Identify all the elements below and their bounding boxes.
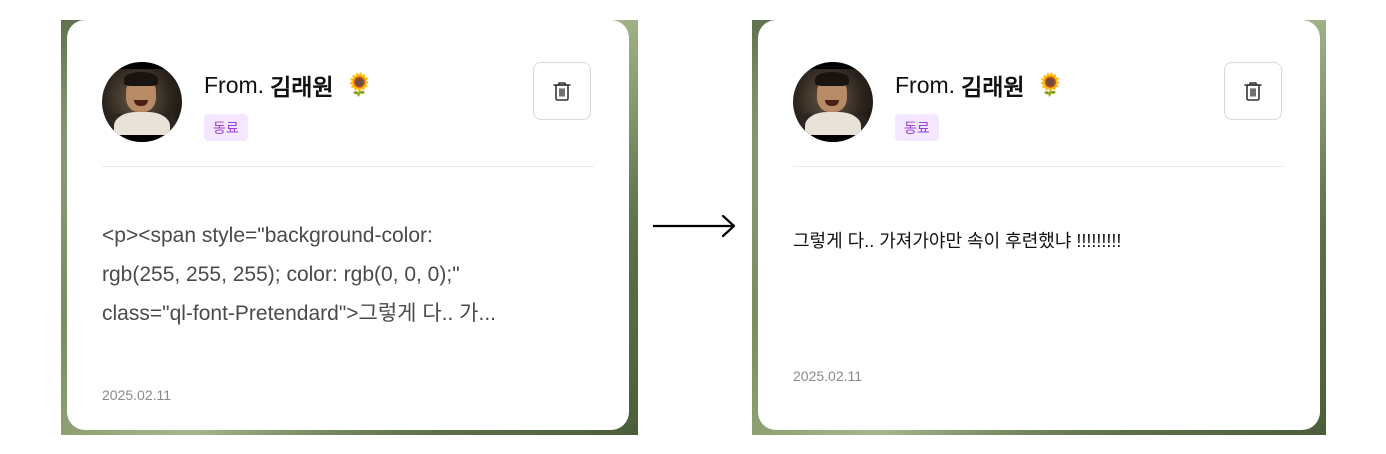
sender-avatar	[102, 62, 182, 142]
message-content-raw: <p><span style="background-color: rgb(25…	[102, 224, 496, 325]
sender-avatar	[793, 62, 873, 142]
sender-line: From. 김래원 🌻	[895, 70, 1064, 101]
arrow-right-icon	[653, 214, 736, 238]
message-card-before: From. 김래원 🌻 동료 <p><span style="backgroun…	[67, 20, 629, 430]
trash-icon	[1244, 82, 1262, 101]
message-date: 2025.02.11	[793, 368, 863, 384]
message-date: 2025.02.11	[102, 387, 172, 403]
divider	[102, 166, 594, 167]
from-prefix: From.	[895, 71, 956, 98]
relation-badge: 동료	[204, 114, 248, 141]
sender-name: 김래원	[270, 74, 334, 100]
relation-badge: 동료	[895, 114, 939, 141]
message-content: 그렇게 다.. 가져가야만 속이 후련했냐 !!!!!!!!!	[793, 231, 1122, 251]
from-prefix: From.	[204, 71, 265, 98]
sunflower-icon: 🌻	[345, 72, 373, 97]
sunflower-icon: 🌻	[1036, 72, 1064, 97]
delete-button[interactable]	[533, 62, 591, 120]
message-card-after: From. 김래원 🌻 동료 그렇게 다.. 가져가야만 속이 후련했냐 !!!…	[758, 20, 1320, 430]
divider	[793, 166, 1285, 167]
sender-line: From. 김래원 🌻	[204, 70, 373, 101]
delete-button[interactable]	[1224, 62, 1282, 120]
before-panel: From. 김래원 🌻 동료 <p><span style="backgroun…	[61, 20, 638, 435]
trash-icon	[553, 82, 571, 101]
sender-name: 김래원	[961, 74, 1025, 100]
after-panel: From. 김래원 🌻 동료 그렇게 다.. 가져가야만 속이 후련했냐 !!!…	[752, 20, 1326, 435]
